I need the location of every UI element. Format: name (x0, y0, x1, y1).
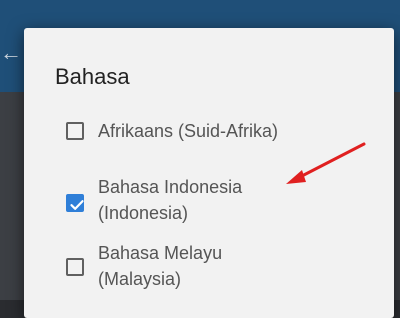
option-label-line1: Bahasa Melayu (98, 243, 223, 263)
checkbox-unchecked[interactable] (66, 258, 84, 276)
dialog-title: Bahasa (55, 64, 130, 89)
option-label-line2: (Malaysia) (98, 269, 182, 289)
option-label-text: Afrikaans (Suid-Afrika) (98, 121, 279, 141)
checkbox-checked[interactable] (66, 194, 84, 212)
language-option-label[interactable]: Afrikaans (Suid-Afrika) (98, 118, 278, 144)
option-label-line1: Bahasa Indonesia (98, 177, 243, 197)
language-option-label[interactable]: Bahasa Melayu (Malaysia) (98, 240, 222, 292)
back-arrow-icon[interactable]: ← (0, 42, 22, 64)
check-icon (70, 200, 84, 210)
language-option-label[interactable]: Bahasa Indonesia (Indonesia) (98, 174, 242, 226)
checkbox-unchecked[interactable] (66, 122, 84, 140)
option-label-line2: (Indonesia) (98, 203, 189, 223)
red-arrow-icon (286, 142, 366, 184)
